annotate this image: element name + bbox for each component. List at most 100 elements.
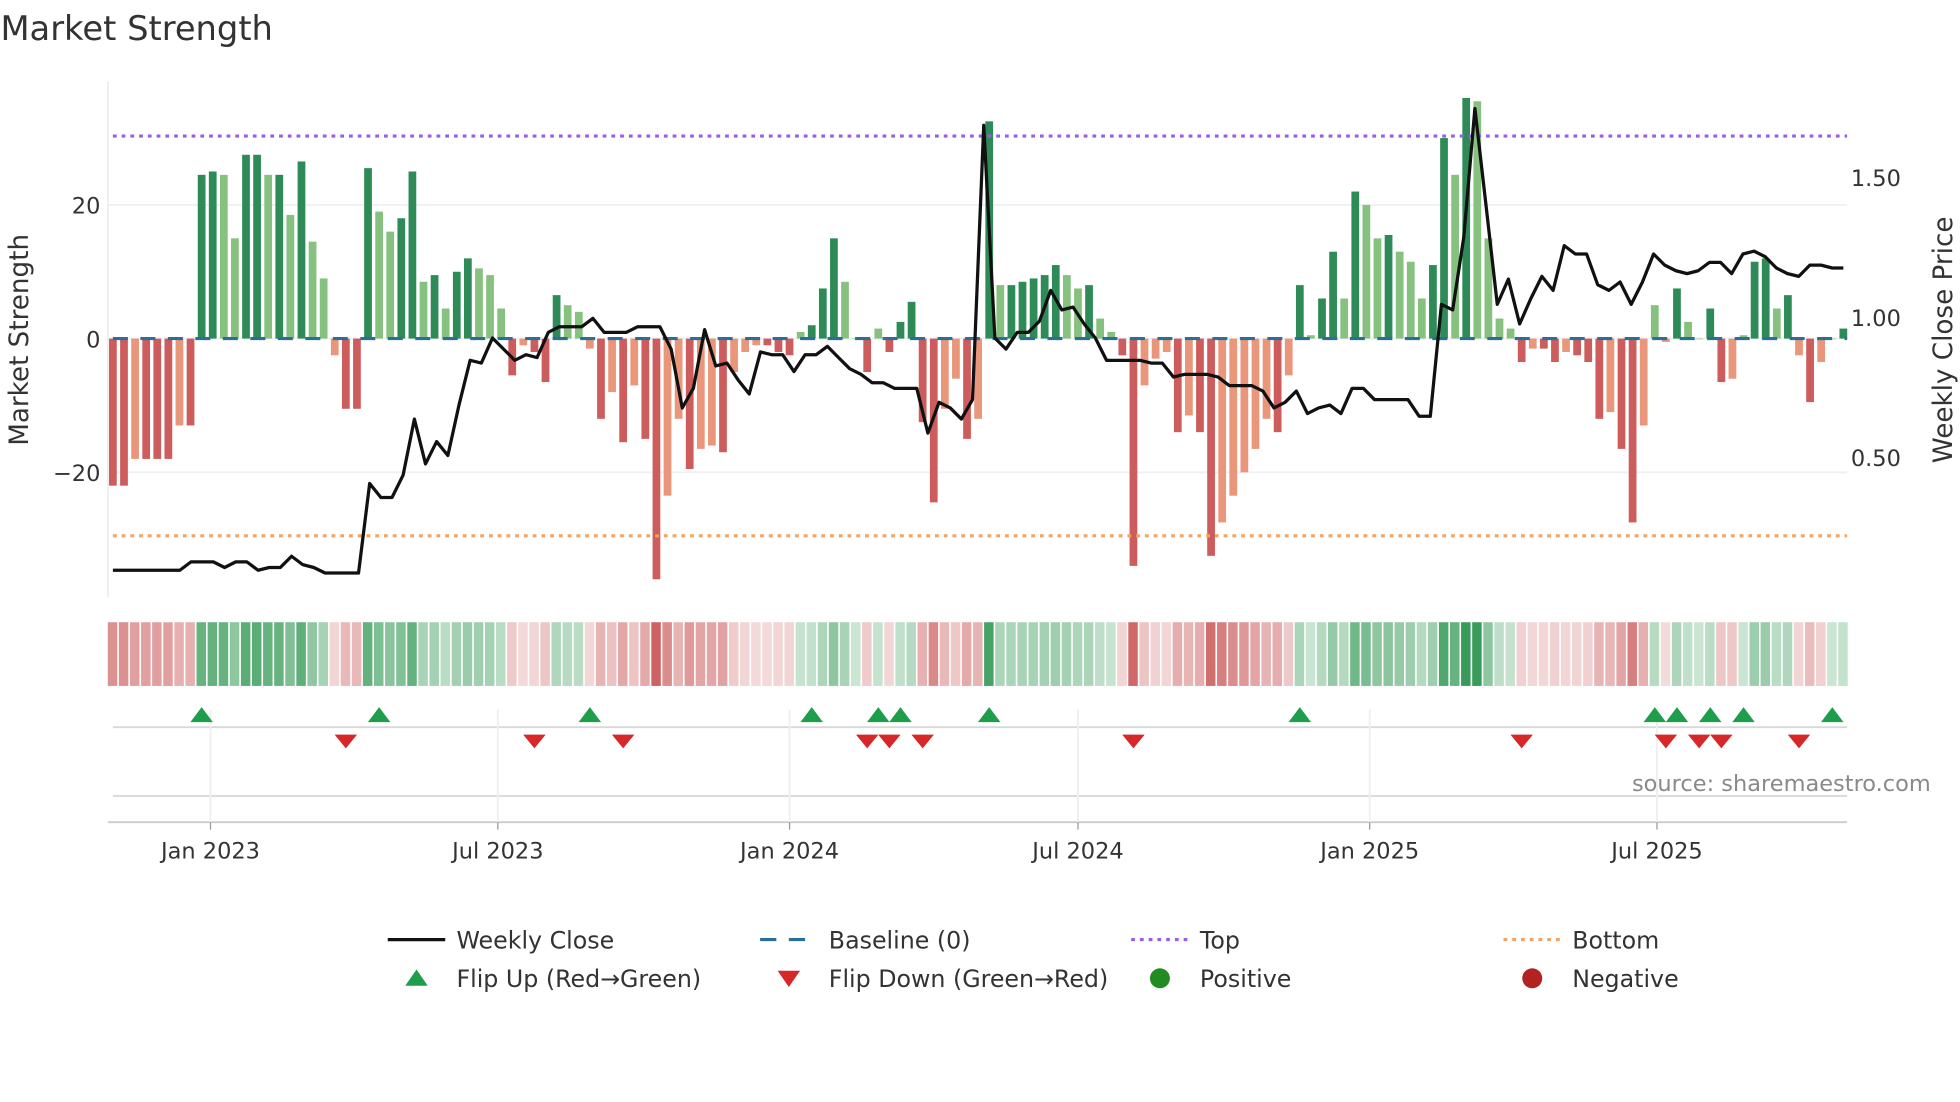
strength-bar xyxy=(597,338,605,419)
strength-bar xyxy=(818,288,827,339)
heat-strip-cell xyxy=(1161,622,1172,686)
strength-bar xyxy=(1695,338,1704,340)
heat-strip-cell xyxy=(1006,622,1016,686)
strength-bar xyxy=(1218,338,1227,523)
strength-bar xyxy=(1495,318,1504,339)
heat-strip-cell xyxy=(762,622,772,686)
heat-strip-cell xyxy=(884,622,894,686)
heat-strip-cell xyxy=(196,622,207,686)
strength-bar xyxy=(830,238,838,339)
heat-strip-cell xyxy=(451,622,462,686)
legend-top-label: Top xyxy=(1199,926,1240,954)
strength-bar xyxy=(1650,305,1659,339)
heat-strip-cell xyxy=(584,622,595,686)
strength-bar xyxy=(885,338,894,352)
strength-bar xyxy=(963,338,971,439)
heat-strip-cell xyxy=(795,622,806,686)
legend-positive-label: Positive xyxy=(1200,965,1291,993)
heat-strip-cell xyxy=(1339,622,1349,686)
heat-strip-cell xyxy=(329,622,340,686)
heat-strip-cell xyxy=(850,622,861,686)
heat-strip-cell xyxy=(662,622,672,686)
flip-up-marker xyxy=(889,707,912,723)
strength-bar xyxy=(763,338,772,346)
heat-strip-cell xyxy=(995,622,1005,686)
heat-strip-cell xyxy=(218,622,229,686)
heat-strip-cell xyxy=(373,622,384,686)
heat-strip-cell xyxy=(240,622,251,686)
strength-bar xyxy=(1528,338,1537,349)
heat-strip-cell xyxy=(507,622,517,686)
heat-strip-cell xyxy=(606,622,617,686)
strength-bar xyxy=(419,281,428,339)
heat-strip-cell xyxy=(1516,622,1527,686)
heat-strip-cell xyxy=(806,622,817,686)
heat-strip-cell xyxy=(1394,622,1405,686)
strength-bar xyxy=(430,275,439,339)
heat-strip-cell xyxy=(1427,622,1438,686)
legend-flip-up-red-green-label: Flip Up (Red→Green) xyxy=(456,965,701,993)
strength-bar xyxy=(774,338,783,352)
heat-strip-cell xyxy=(540,622,550,686)
heat-strip-cell xyxy=(1749,622,1759,686)
strength-bar xyxy=(1506,328,1515,339)
heat-strip-cell xyxy=(1194,622,1205,686)
heat-strip-cell xyxy=(895,622,905,686)
strength-bar xyxy=(1551,338,1559,362)
heat-strip-cell xyxy=(1827,622,1837,686)
heat-strip-cell xyxy=(1461,622,1471,686)
flip-down-marker xyxy=(334,734,358,749)
legend-positive-icon xyxy=(1149,968,1170,989)
heat-strip-cell xyxy=(1694,622,1704,686)
strength-bar xyxy=(1429,265,1437,339)
strength-bar xyxy=(164,338,173,459)
strength-bar xyxy=(663,338,672,496)
strength-bar xyxy=(1173,338,1182,433)
strength-bar xyxy=(1728,338,1737,379)
heat-strip-cell xyxy=(1372,622,1382,686)
y-tick-label: 20 xyxy=(72,194,101,220)
heat-strip-cell xyxy=(928,622,939,686)
strength-bar xyxy=(1395,251,1404,339)
strength-bar xyxy=(463,258,472,339)
strength-bar xyxy=(1761,258,1770,339)
strength-bar xyxy=(1451,174,1459,339)
flip-down-marker xyxy=(523,734,546,749)
heat-strip-cell xyxy=(1050,622,1061,686)
heat-strip-cell xyxy=(207,622,218,686)
strength-bar xyxy=(1406,261,1415,339)
strength-bar xyxy=(186,338,195,426)
heat-strip-cell xyxy=(1782,622,1793,686)
heat-strip-cell xyxy=(473,622,484,686)
heat-strip-cell xyxy=(961,622,972,686)
heat-strip-cell xyxy=(152,622,162,686)
strength-bar xyxy=(441,308,450,339)
heat-strip-cell xyxy=(1217,622,1227,686)
strength-bar xyxy=(1584,338,1593,362)
heat-strip-cell xyxy=(141,622,151,686)
flip-up-marker xyxy=(578,707,602,723)
heat-strip-cell xyxy=(1771,622,1782,686)
strength-bar xyxy=(1329,251,1337,339)
heat-strip-cell xyxy=(1538,622,1549,686)
heat-strip-cell xyxy=(1228,622,1238,686)
heat-strip-cell xyxy=(362,622,373,686)
heat-strip-cell xyxy=(285,622,295,686)
heat-strip-cell xyxy=(1139,622,1149,686)
heat-strip-cell xyxy=(673,622,683,686)
heat-strip-cell xyxy=(1682,622,1693,686)
heat-strip-cell xyxy=(1560,622,1571,686)
heat-strip-cell xyxy=(462,622,473,686)
heat-strip-cell xyxy=(562,622,573,686)
strength-bar xyxy=(1018,281,1027,339)
heat-strip-cell xyxy=(1294,622,1305,686)
strength-bar xyxy=(940,338,949,409)
legend-weekly-close-label: Weekly Close xyxy=(456,926,614,954)
strength-bar xyxy=(530,338,539,352)
heat-strip-cell xyxy=(407,622,417,686)
heat-strip-cell xyxy=(728,622,739,686)
x-tick-label: Jul 2025 xyxy=(1609,838,1702,864)
strength-bar xyxy=(330,338,339,356)
strength-bar xyxy=(1362,204,1371,339)
source-annotation: source: sharemaestro.com xyxy=(1632,771,1931,797)
